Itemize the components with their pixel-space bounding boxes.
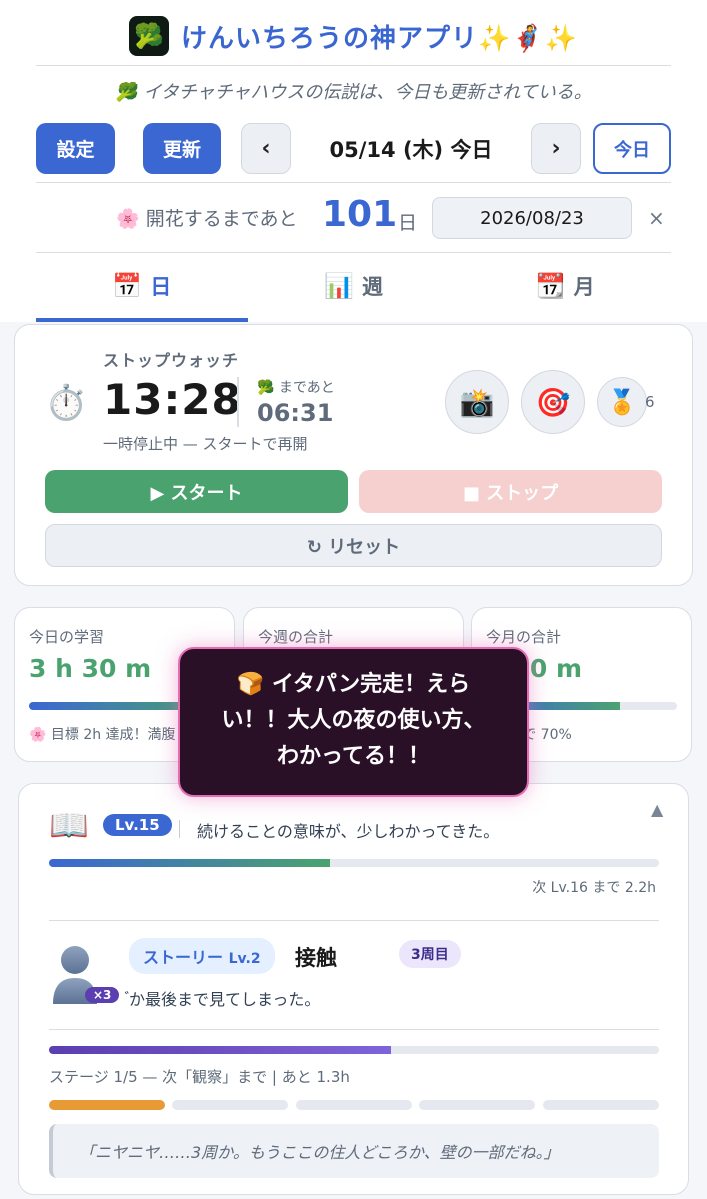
target-button[interactable]: 🎯: [521, 370, 585, 434]
bloom-countdown: 🌸 開花するまであと 101 日 2026/08/23 ×: [0, 194, 707, 240]
story-progress-fill: [49, 1046, 391, 1054]
broccoli-app-icon: 🥦: [128, 16, 169, 56]
collapse-toggle-icon[interactable]: ▲: [651, 800, 663, 819]
refresh-button[interactable]: 更新: [143, 123, 221, 174]
countdown-days: 101: [322, 194, 398, 235]
level-story-card: 📖 Lv.15 続けることの意味が、少しわかってきた。 ▲ 次 Lv.16 まで…: [18, 783, 689, 1195]
level-message: 続けることの意味が、少しわかってきた。: [197, 822, 500, 841]
divider: [36, 65, 671, 66]
medal-button[interactable]: 🏅: [597, 377, 647, 427]
camera-icon: 📸: [459, 385, 495, 419]
divider: [179, 820, 180, 838]
tab-day[interactable]: 📅 日: [36, 262, 248, 322]
stat-label: 今週の合計: [258, 628, 334, 646]
toast-message: 🍞 イタパン完走！えらい！！大人の夜の使い方、わかってる！！: [178, 647, 529, 797]
prev-day-button[interactable]: ‹: [241, 123, 291, 174]
level-badge: Lv.15: [103, 814, 172, 836]
target-date-input[interactable]: 2026/08/23: [432, 197, 632, 239]
multiplier-badge: ×3: [85, 987, 120, 1003]
level-progress-fill: [49, 859, 330, 867]
bar-chart-icon: 📊: [324, 272, 354, 300]
level-next-text: 次 Lv.16 まで 2.2h: [532, 880, 656, 896]
until-label: 🥦 まであと: [257, 380, 335, 396]
stopwatch-time: 13:28: [103, 375, 242, 424]
tab-month[interactable]: 📆 月: [459, 262, 671, 322]
book-icon: 📖: [49, 806, 89, 844]
stage-segment: [49, 1100, 165, 1110]
lap-badge: 3周目: [399, 940, 461, 968]
divider: [49, 920, 659, 921]
stop-button[interactable]: ■ ストップ: [359, 470, 662, 513]
stage-segment: [419, 1100, 535, 1110]
stopwatch-title: ストップウォッチ: [103, 351, 240, 370]
stopwatch-status: 一時停止中 — スタートで再開: [103, 435, 308, 453]
divider: [237, 377, 239, 427]
reset-button[interactable]: ↻ リセット: [45, 524, 662, 567]
stat-value: 3 h 30 m: [29, 654, 152, 683]
divider: [36, 182, 671, 183]
target-icon: 🎯: [535, 385, 571, 419]
countdown-unit: 日: [398, 212, 418, 234]
story-progress-bar: [49, 1046, 659, 1054]
camera-button[interactable]: 📸: [445, 370, 509, 434]
stopwatch-icon: ⏱️: [45, 383, 88, 423]
stat-label: 今月の合計: [486, 628, 562, 646]
next-day-button[interactable]: ›: [531, 123, 581, 174]
story-line: ゙か最後まで見てしまった。: [129, 990, 321, 1009]
app-title: けんいちろうの神アプリ✨🦸✨: [180, 23, 579, 54]
until-time: 06:31: [257, 399, 334, 427]
stopwatch-card: ストップウォッチ ⏱️ 13:28 🥦 まであと 06:31 一時停止中 — ス…: [14, 324, 693, 586]
stage-segment: [172, 1100, 288, 1110]
calendar-icon: 📅: [112, 272, 143, 300]
start-button[interactable]: ▶ スタート: [45, 470, 348, 513]
subtitle: 🥦 イタチャチャハウスの伝説は、今日も更新されている。: [115, 82, 592, 103]
tab-label: 週: [361, 275, 383, 299]
stage-segment: [543, 1100, 659, 1110]
stage-segment: [296, 1100, 412, 1110]
story-chip-level: Lv.2: [228, 951, 261, 967]
divider: [36, 252, 671, 253]
header-area: 🥦 けんいちろうの神アプリ✨🦸✨ 🥦 イタチャチャハウスの伝説は、今日も更新され…: [0, 0, 707, 322]
tab-label: 月: [573, 275, 595, 299]
level-progress-bar: [49, 859, 659, 867]
current-date: 05/14 (木) 今日: [329, 137, 493, 162]
story-level-chip: ストーリー Lv.2: [129, 938, 275, 974]
countdown-label: 🌸 開花するまであと: [116, 208, 298, 230]
medal-icon: 🏅: [607, 388, 637, 416]
stage-info: ステージ 1/5 — 次「観察」まで | あと 1.3h: [49, 1068, 350, 1086]
app-header: 🥦 けんいちろうの神アプリ✨🦸✨: [0, 14, 707, 58]
period-tabs: 📅 日 📊 週 📆 月: [36, 262, 671, 322]
date-nav: 設定 更新 ‹ 05/14 (木) 今日 › 今日: [36, 123, 671, 175]
tab-week[interactable]: 📊 週: [248, 262, 460, 322]
story-quote: 「ニヤニヤ……3周か。もうここの住人どころか、壁の一部だね。」: [49, 1124, 659, 1178]
clear-date-button[interactable]: ×: [648, 206, 665, 230]
story-chip-label: ストーリー: [143, 948, 224, 967]
settings-button[interactable]: 設定: [36, 123, 115, 174]
tab-label: 日: [150, 275, 172, 299]
divider: [49, 1029, 659, 1030]
spiral-calendar-icon: 📆: [535, 272, 566, 300]
stat-label: 今日の学習: [29, 628, 105, 646]
story-name: 接触: [295, 946, 337, 970]
medal-count: 6: [645, 393, 655, 411]
today-button[interactable]: 今日: [593, 123, 671, 174]
